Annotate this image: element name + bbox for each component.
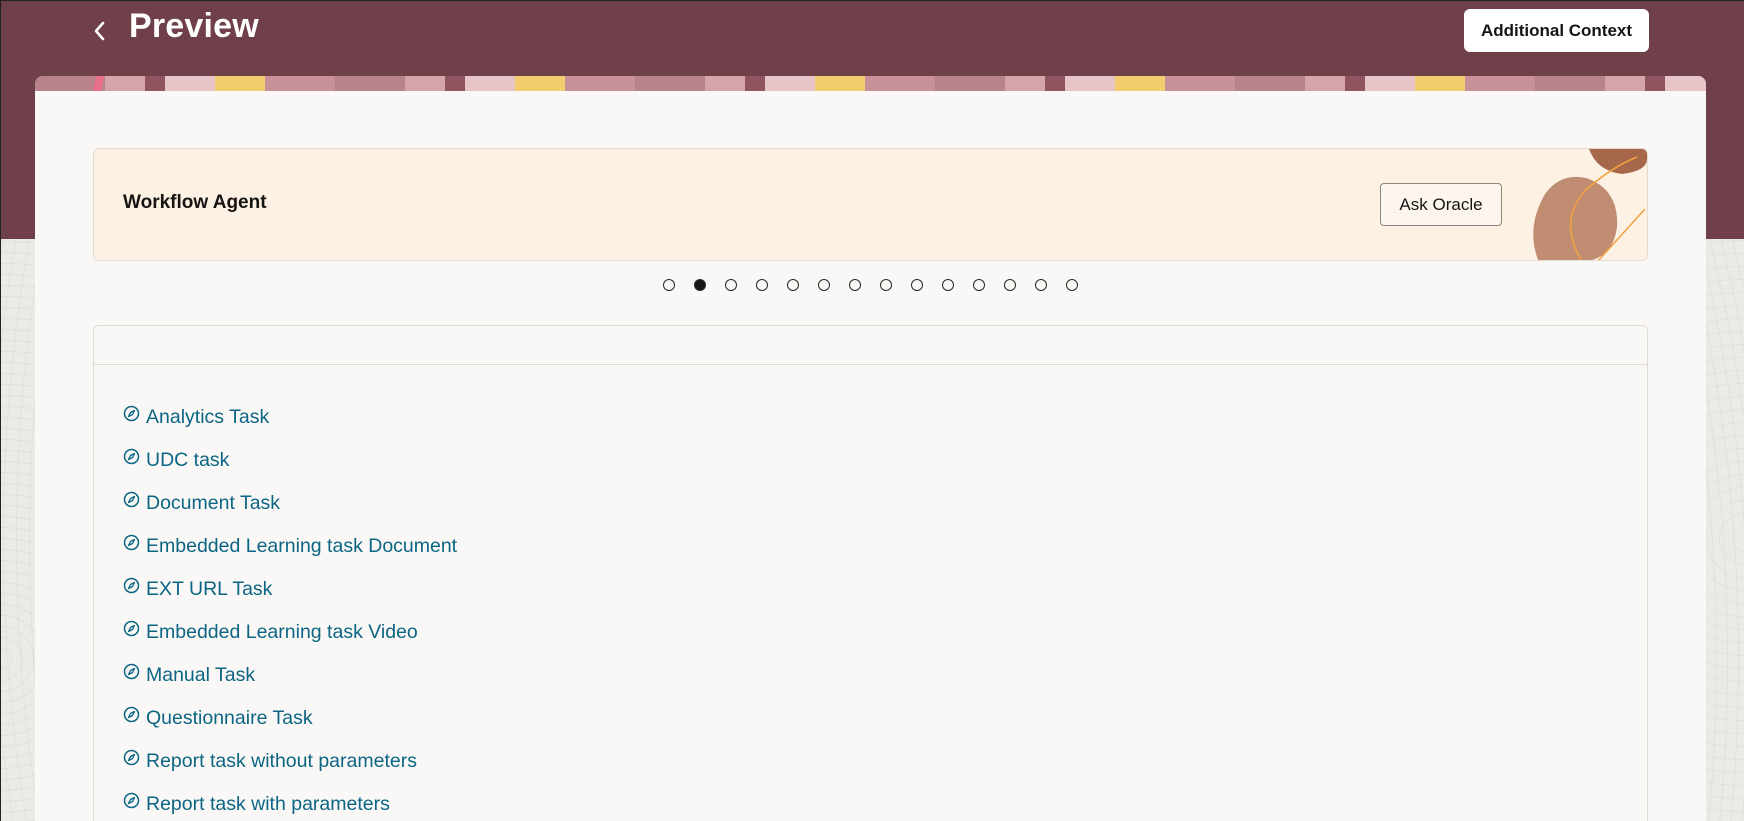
compass-icon bbox=[123, 405, 140, 422]
task-link[interactable]: Embedded Learning task Video bbox=[123, 611, 457, 654]
carousel-dot[interactable] bbox=[1057, 276, 1088, 294]
compass-icon bbox=[123, 620, 140, 637]
carousel-dot[interactable] bbox=[654, 276, 685, 294]
task-link[interactable]: Questionnaire Task bbox=[123, 697, 457, 740]
carousel-dot[interactable] bbox=[840, 276, 871, 294]
task-link[interactable]: Embedded Learning task Document bbox=[123, 525, 457, 568]
chevron-left-icon bbox=[94, 21, 105, 41]
compass-icon bbox=[123, 448, 140, 465]
task-list: Analytics Task UDC task Document Task Embed… bbox=[123, 396, 457, 821]
task-label: UDC task bbox=[146, 449, 230, 471]
compass-icon bbox=[123, 577, 140, 594]
carousel-dot[interactable] bbox=[778, 276, 809, 294]
preview-card: Workflow Agent Ask Oracle Analytics Task… bbox=[35, 76, 1706, 821]
carousel-dot[interactable] bbox=[902, 276, 933, 294]
carousel-dot[interactable] bbox=[716, 276, 747, 294]
decorative-shapes-icon bbox=[1533, 149, 1647, 260]
task-label: Embedded Learning task Video bbox=[146, 621, 418, 643]
task-link[interactable]: Report task without parameters bbox=[123, 740, 457, 783]
compass-icon bbox=[123, 792, 140, 809]
task-link[interactable]: UDC task bbox=[123, 439, 457, 482]
task-label: EXT URL Task bbox=[146, 578, 273, 600]
carousel-dot[interactable] bbox=[685, 276, 716, 294]
task-label: Questionnaire Task bbox=[146, 707, 313, 729]
dot-indicator bbox=[663, 279, 675, 291]
workflow-agent-banner: Workflow Agent Ask Oracle bbox=[93, 148, 1648, 261]
additional-context-button[interactable]: Additional Context bbox=[1464, 9, 1649, 52]
dot-indicator bbox=[849, 279, 861, 291]
panel-divider bbox=[94, 364, 1647, 365]
task-link[interactable]: Document Task bbox=[123, 482, 457, 525]
task-label: Analytics Task bbox=[146, 406, 270, 428]
compass-icon bbox=[123, 663, 140, 680]
compass-icon bbox=[123, 706, 140, 723]
dot-indicator bbox=[973, 279, 985, 291]
page-title: Preview bbox=[129, 7, 259, 45]
task-label: Report task with parameters bbox=[146, 793, 390, 815]
compass-icon bbox=[123, 534, 140, 551]
carousel-dot[interactable] bbox=[809, 276, 840, 294]
task-link[interactable]: Analytics Task bbox=[123, 396, 457, 439]
dot-indicator bbox=[818, 279, 830, 291]
back-button[interactable] bbox=[85, 15, 113, 47]
dot-indicator bbox=[694, 279, 706, 291]
ask-oracle-button[interactable]: Ask Oracle bbox=[1380, 183, 1502, 226]
carousel-dot[interactable] bbox=[995, 276, 1026, 294]
carousel-dot[interactable] bbox=[964, 276, 995, 294]
task-link[interactable]: Report task with parameters bbox=[123, 783, 457, 821]
decorative-strip bbox=[35, 76, 1706, 91]
dot-indicator bbox=[880, 279, 892, 291]
task-label: Document Task bbox=[146, 492, 281, 514]
task-link[interactable]: Manual Task bbox=[123, 654, 457, 697]
dot-indicator bbox=[787, 279, 799, 291]
banner-title: Workflow Agent bbox=[123, 192, 267, 213]
carousel-dot[interactable] bbox=[871, 276, 902, 294]
dot-indicator bbox=[942, 279, 954, 291]
task-label: Report task without parameters bbox=[146, 750, 417, 772]
dot-indicator bbox=[1035, 279, 1047, 291]
carousel-dot[interactable] bbox=[933, 276, 964, 294]
dot-indicator bbox=[725, 279, 737, 291]
task-label: Manual Task bbox=[146, 664, 256, 686]
dot-indicator bbox=[1066, 279, 1078, 291]
dot-indicator bbox=[911, 279, 923, 291]
task-link[interactable]: EXT URL Task bbox=[123, 568, 457, 611]
compass-icon bbox=[123, 749, 140, 766]
dot-indicator bbox=[756, 279, 768, 291]
compass-icon bbox=[123, 491, 140, 508]
task-label: Embedded Learning task Document bbox=[146, 535, 458, 557]
carousel-dot[interactable] bbox=[1026, 276, 1057, 294]
carousel-pagination bbox=[35, 276, 1706, 294]
task-list-panel: Analytics Task UDC task Document Task Embed… bbox=[93, 325, 1648, 821]
dot-indicator bbox=[1004, 279, 1016, 291]
carousel-dot[interactable] bbox=[747, 276, 778, 294]
